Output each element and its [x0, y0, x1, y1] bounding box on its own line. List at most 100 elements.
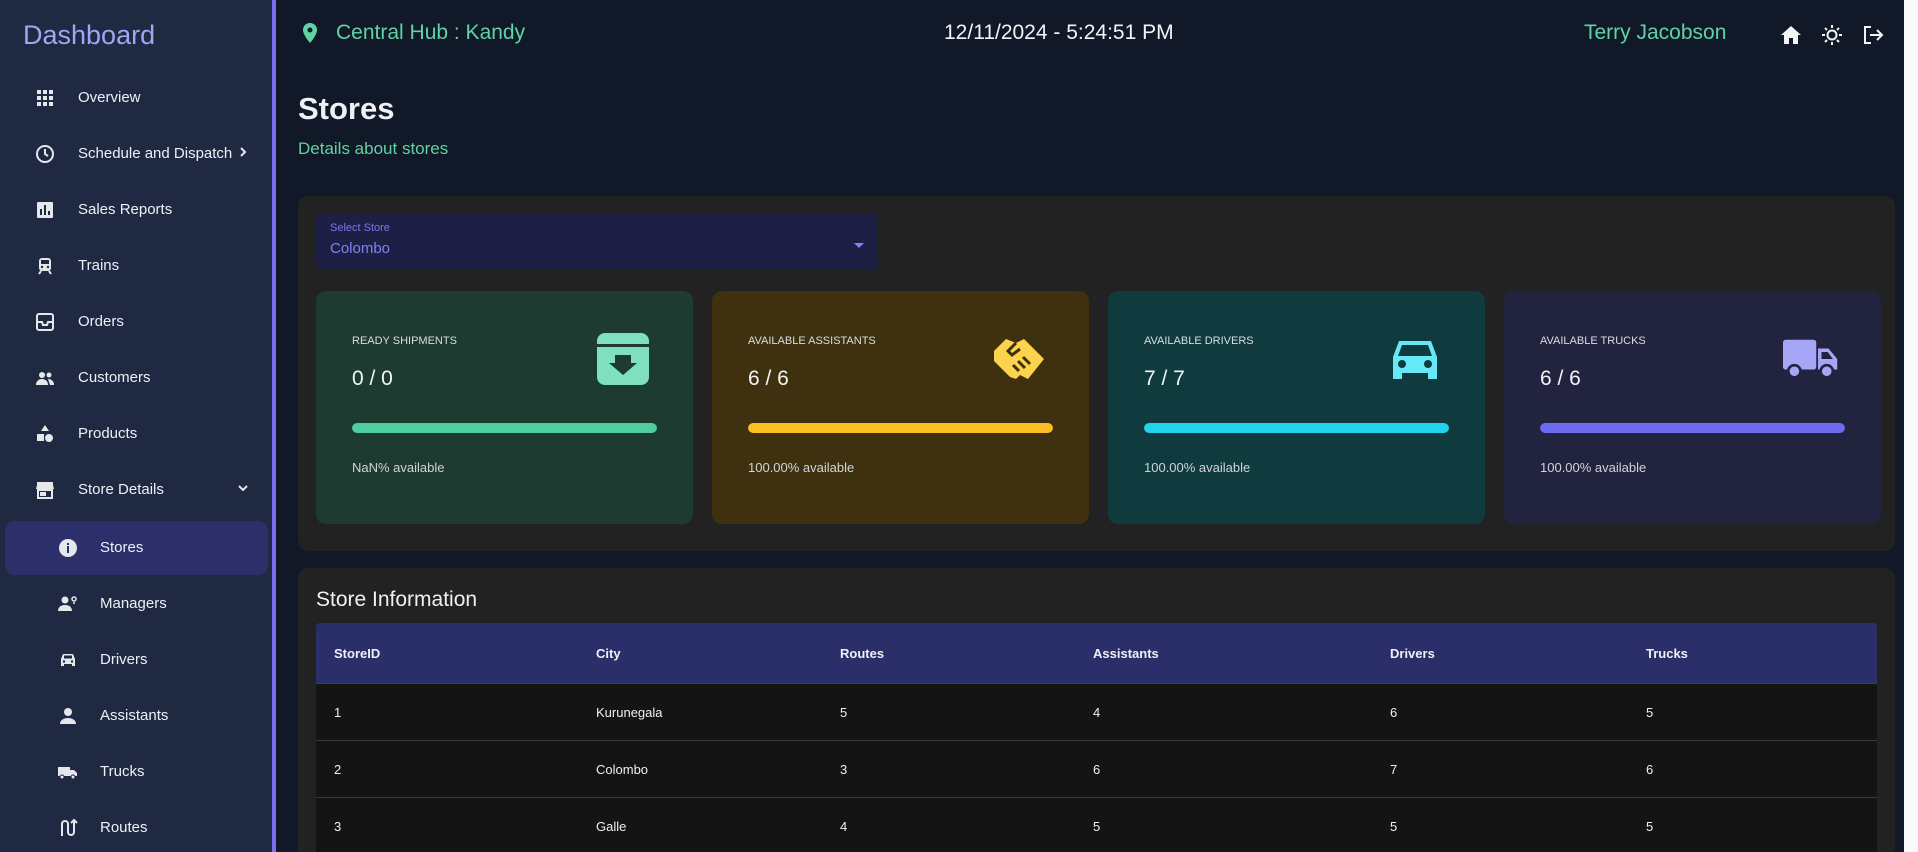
truck-icon	[58, 767, 77, 780]
sidebar-item-routes[interactable]: Routes	[5, 801, 268, 852]
stat-progress-bar	[352, 423, 657, 433]
grid-icon	[37, 90, 53, 106]
page-scrollbar[interactable]	[1904, 0, 1918, 852]
people-icon	[36, 372, 54, 385]
shapes-icon	[37, 425, 53, 442]
stat-card-available-drivers: AVAILABLE DRIVERS 7 / 7 100.00% availabl…	[1108, 291, 1485, 524]
page-subtitle: Details about stores	[298, 139, 449, 158]
stat-value: 6 / 6	[1540, 367, 1581, 390]
cell-city: Colombo	[596, 761, 649, 777]
select-label: Select Store	[330, 222, 390, 234]
sidebar-item-managers[interactable]: Managers	[5, 577, 268, 631]
stat-progress-fill	[1540, 423, 1845, 433]
stat-value: 6 / 6	[748, 367, 789, 390]
cell-city: Kurunegala	[596, 704, 663, 720]
cell-trucks: 5	[1646, 818, 1654, 834]
sidebar-item-label: Trucks	[100, 763, 145, 780]
theme-toggle-icon[interactable]	[1821, 24, 1843, 46]
cell-store-id: 2	[334, 761, 342, 777]
cell-assistants: 5	[1093, 818, 1101, 834]
cell-drivers: 5	[1390, 818, 1398, 834]
hub-indicator: Central Hub : Kandy	[302, 21, 525, 45]
sidebar-item-overview[interactable]: Overview	[5, 71, 268, 125]
car-icon	[61, 654, 75, 666]
sidebar-item-store-details[interactable]: Store Details	[5, 463, 268, 517]
stat-progress-bar	[1540, 423, 1845, 433]
cell-trucks: 6	[1646, 761, 1654, 777]
sidebar-item-label: Sales Reports	[78, 201, 173, 218]
top-header: Central Hub : Kandy 12/11/2024 - 5:24:51…	[280, 0, 1904, 70]
person-icon	[60, 708, 76, 724]
stat-label: AVAILABLE TRUCKS	[1540, 335, 1646, 347]
chevron-right-icon	[240, 147, 247, 157]
cell-store-id: 1	[334, 704, 342, 720]
cell-assistants: 4	[1093, 704, 1101, 720]
table-row[interactable]: 3 Galle 4 5 5 5	[316, 798, 1877, 852]
stat-progress-fill	[352, 423, 657, 433]
section-title: Store Information	[316, 588, 478, 611]
cell-store-id: 3	[334, 818, 342, 834]
route-icon	[61, 818, 78, 836]
table-row[interactable]: 2 Colombo 3 6 7 6	[316, 741, 1877, 798]
stat-card-available-assistants: AVAILABLE ASSISTANTS 6 / 6 100.00% avail…	[712, 291, 1089, 524]
clock-icon	[36, 145, 54, 163]
sidebar-item-label: Store Details	[78, 481, 164, 498]
stat-progress-bar	[1144, 423, 1449, 433]
sidebar-item-customers[interactable]: Customers	[5, 351, 268, 405]
column-header[interactable]: Drivers	[1390, 646, 1435, 661]
cell-trucks: 5	[1646, 704, 1654, 720]
sidebar-item-label: Orders	[78, 313, 124, 330]
truck-icon	[1783, 339, 1838, 379]
column-header[interactable]: Routes	[840, 646, 884, 661]
app: Dashboard Overview Schedule and Dispatch…	[0, 0, 1918, 852]
sidebar-item-assistants[interactable]: Assistants	[5, 689, 268, 743]
sidebar-item-products[interactable]: Products	[5, 407, 268, 461]
sidebar-item-trains[interactable]: Trains	[5, 239, 268, 293]
sidebar-item-label: Stores	[100, 539, 144, 556]
cell-city: Galle	[596, 818, 627, 834]
stat-progress-bar	[748, 423, 1053, 433]
chevron-down-icon	[238, 485, 248, 492]
stat-availability: NaN% available	[352, 460, 445, 475]
sidebar-item-label: Schedule and Dispatch	[78, 145, 233, 162]
store-information-panel: Store Information StoreID City Routes As…	[298, 568, 1895, 852]
stat-availability: 100.00% available	[1540, 460, 1647, 475]
sidebar-item-drivers[interactable]: Drivers	[5, 633, 268, 687]
column-header[interactable]: Trucks	[1646, 646, 1688, 661]
location-pin-icon	[303, 23, 317, 43]
hub-name: Central Hub : Kandy	[336, 21, 526, 44]
page-title: Stores	[298, 91, 395, 126]
column-header[interactable]: StoreID	[334, 646, 380, 661]
sidebar-item-sales-reports[interactable]: Sales Reports	[5, 183, 268, 237]
cell-assistants: 6	[1093, 761, 1101, 777]
stat-card-ready-shipments: READY SHIPMENTS 0 / 0 NaN% available	[316, 291, 693, 524]
sidebar-item-orders[interactable]: Orders	[5, 295, 268, 349]
column-header[interactable]: Assistants	[1093, 646, 1159, 661]
sidebar-item-label: Overview	[78, 89, 141, 106]
cell-routes: 3	[840, 761, 848, 777]
column-header[interactable]: City	[596, 646, 621, 661]
store-select[interactable]: Select Store Colombo	[316, 214, 878, 270]
store-table: StoreID City Routes Assistants Drivers T…	[316, 623, 1877, 852]
home-icon[interactable]	[1780, 24, 1802, 46]
car-icon	[1393, 341, 1437, 379]
sidebar-item-schedule-dispatch[interactable]: Schedule and Dispatch	[5, 127, 268, 181]
sidebar-item-label: Drivers	[100, 651, 148, 668]
sidebar-item-stores[interactable]: Stores	[5, 521, 268, 575]
sidebar-item-label: Customers	[78, 369, 151, 386]
table-header: StoreID City Routes Assistants Drivers T…	[316, 623, 1877, 684]
select-value: Colombo	[330, 240, 391, 257]
sidebar-item-label: Routes	[100, 819, 148, 836]
stat-label: READY SHIPMENTS	[352, 335, 457, 347]
logout-icon[interactable]	[1862, 24, 1884, 46]
dropdown-arrow-icon	[854, 243, 864, 248]
sidebar-title[interactable]: Dashboard	[23, 20, 155, 51]
stat-value: 7 / 7	[1144, 367, 1185, 390]
cell-routes: 4	[840, 818, 848, 834]
stat-card-available-trucks: AVAILABLE TRUCKS 6 / 6 100.00% available	[1504, 291, 1881, 524]
handshake-icon	[994, 339, 1044, 379]
cell-drivers: 6	[1390, 704, 1398, 720]
sidebar-item-trucks[interactable]: Trucks	[5, 745, 268, 799]
table-row[interactable]: 1 Kurunegala 5 4 6 5	[316, 684, 1877, 741]
stat-label: AVAILABLE DRIVERS	[1144, 335, 1254, 347]
